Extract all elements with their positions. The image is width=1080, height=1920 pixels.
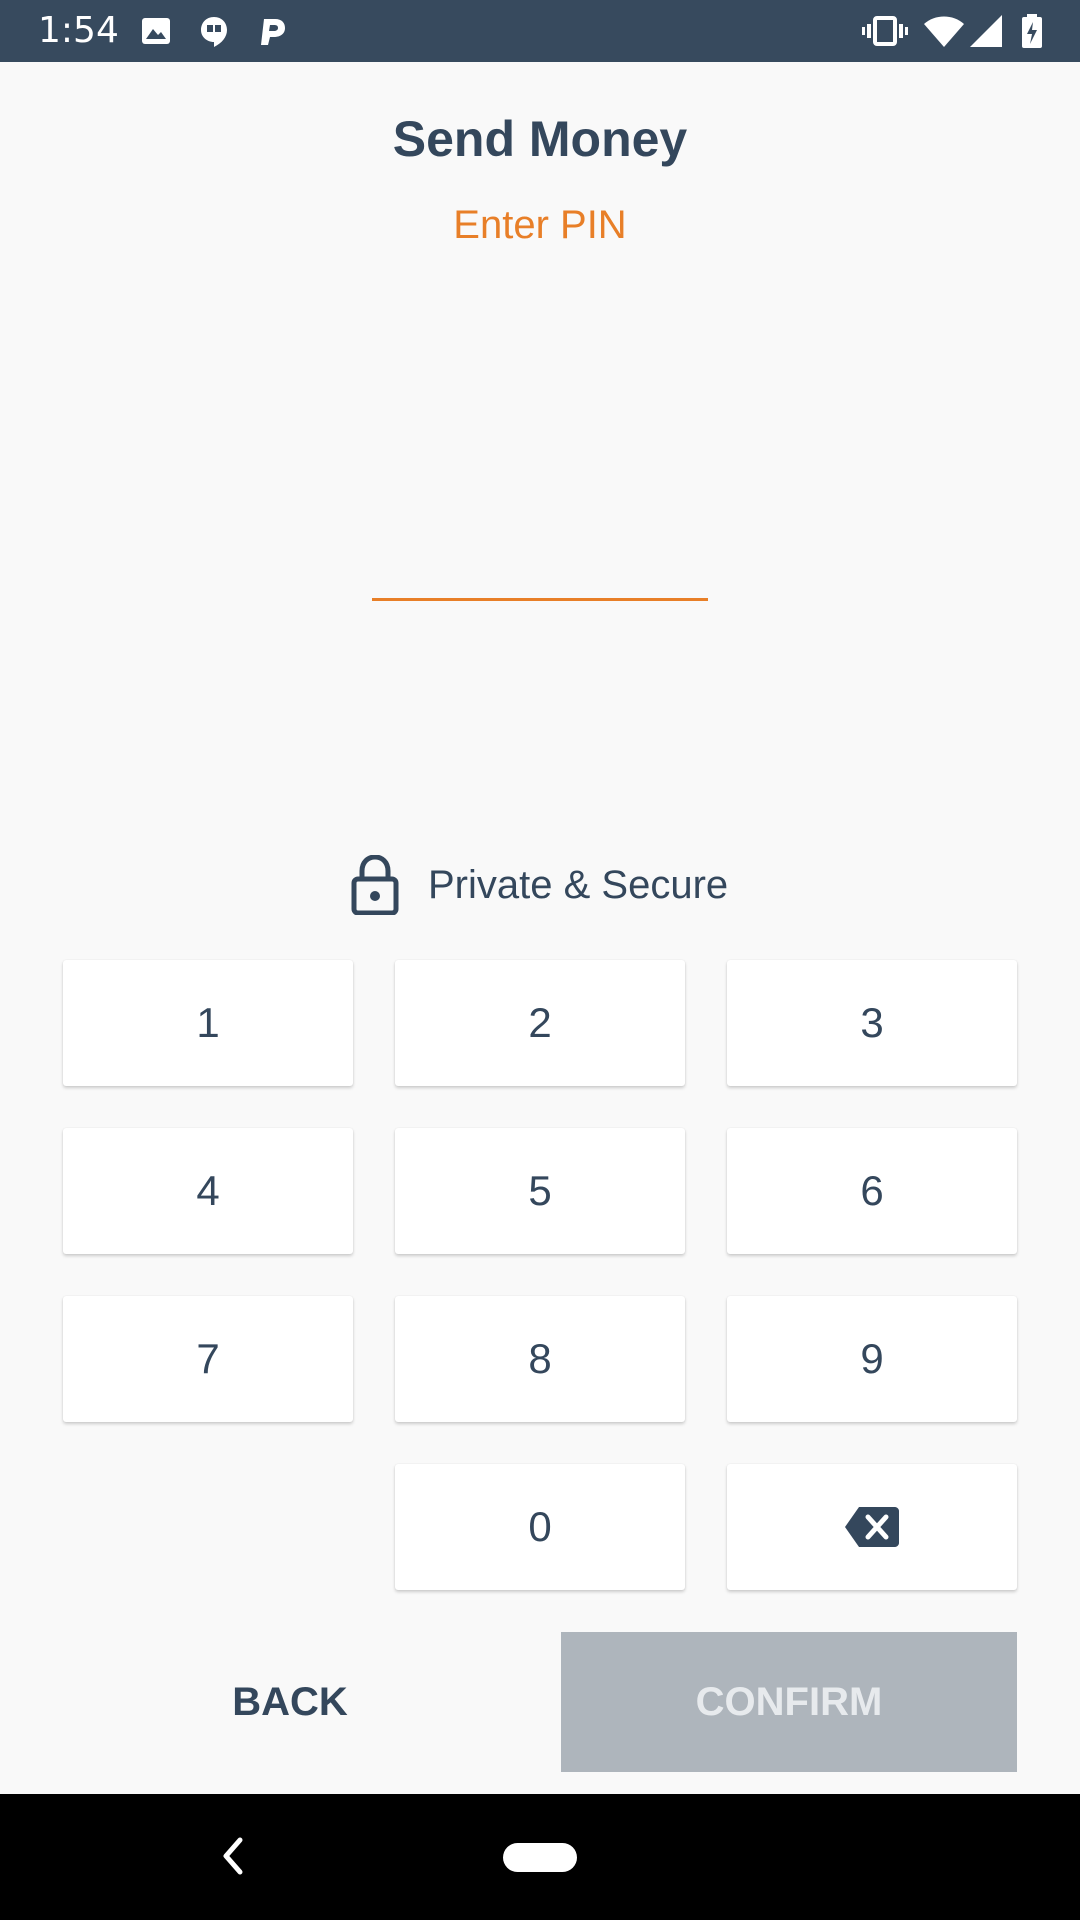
security-notice: Private & Secure xyxy=(350,852,728,918)
navigation-bar xyxy=(0,1794,1080,1920)
key-2[interactable]: 2 xyxy=(395,960,685,1086)
hangouts-icon xyxy=(201,17,227,47)
status-bar: 1:54 xyxy=(0,0,1080,62)
lock-icon xyxy=(351,855,399,915)
signal-icon xyxy=(970,15,1002,47)
pin-input[interactable] xyxy=(372,598,708,601)
key-0[interactable]: 0 xyxy=(395,1464,685,1590)
backspace-key[interactable] xyxy=(727,1464,1017,1590)
nav-back-icon[interactable] xyxy=(218,1834,248,1878)
wifi-icon xyxy=(924,16,964,47)
battery-charging-icon xyxy=(1022,14,1042,48)
key-5[interactable]: 5 xyxy=(395,1128,685,1254)
enter-pin-prompt: Enter PIN xyxy=(453,203,627,247)
key-4[interactable]: 4 xyxy=(63,1128,353,1254)
confirm-button[interactable]: CONFIRM xyxy=(561,1632,1017,1772)
page-title: Send Money xyxy=(392,111,688,167)
key-3[interactable]: 3 xyxy=(727,960,1017,1086)
key-6[interactable]: 6 xyxy=(727,1128,1017,1254)
security-label: Private & Secure xyxy=(428,862,729,907)
back-button[interactable]: BACK xyxy=(160,1632,420,1772)
vibrate-icon xyxy=(862,16,908,46)
status-time: 1:54 xyxy=(38,10,119,51)
nav-home-icon[interactable] xyxy=(503,1843,577,1872)
backspace-icon xyxy=(845,1507,899,1547)
key-8[interactable]: 8 xyxy=(395,1296,685,1422)
key-1[interactable]: 1 xyxy=(63,960,353,1086)
image-icon xyxy=(142,18,170,44)
key-7[interactable]: 7 xyxy=(63,1296,353,1422)
p-app-icon xyxy=(261,19,285,45)
key-9[interactable]: 9 xyxy=(727,1296,1017,1422)
